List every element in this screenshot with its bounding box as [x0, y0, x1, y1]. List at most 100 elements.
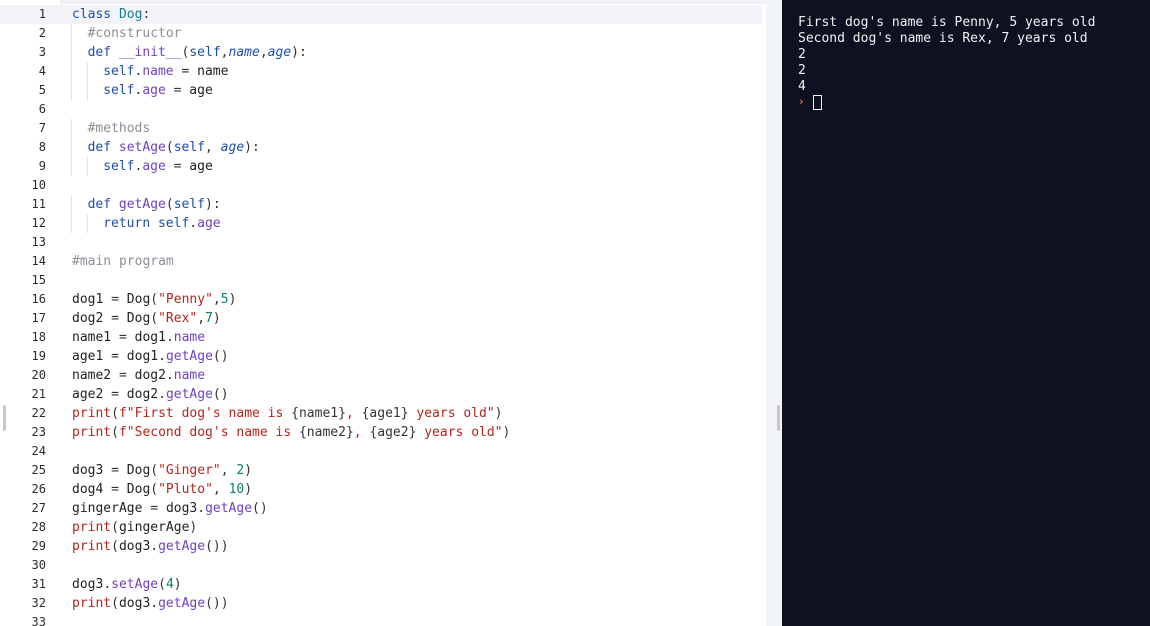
- code-token: years old": [408, 406, 495, 421]
- code-token: 5: [220, 292, 229, 307]
- code-line[interactable]: 21 age2 = dog2.getAge(): [0, 385, 762, 404]
- code-line[interactable]: 31 dog3.setAge(4): [0, 575, 762, 594]
- code-lines[interactable]: 1 class Dog: 2 #constructor 3 def __init__(se…: [0, 5, 762, 626]
- code-token: getAge: [205, 501, 253, 516]
- code-line[interactable]: 33: [0, 613, 762, 626]
- code-line[interactable]: 8 def setAge(self, age):: [0, 138, 762, 157]
- code-token: age: [189, 83, 213, 98]
- code-line[interactable]: 6: [0, 100, 762, 119]
- line-number: 28: [31, 520, 46, 534]
- code-line[interactable]: 30: [0, 556, 762, 575]
- code-line[interactable]: 9 self.age = age: [0, 157, 762, 176]
- line-number: 19: [31, 349, 46, 363]
- code-line[interactable]: 24: [0, 442, 762, 461]
- code-line[interactable]: 19 age1 = dog1.getAge(): [0, 347, 762, 366]
- code-token: Dog: [126, 311, 151, 326]
- code-token: setAge: [118, 140, 166, 155]
- code-token: ,: [259, 45, 268, 60]
- line-code: def getAge(self):: [88, 195, 221, 214]
- code-token: (: [165, 197, 174, 212]
- line-number: 31: [31, 577, 46, 591]
- code-token: dog1: [134, 330, 166, 345]
- code-editor[interactable]: 1 class Dog: 2 #constructor 3 def __init__(se…: [0, 0, 766, 626]
- code-token: ,: [212, 482, 229, 497]
- code-line[interactable]: 5 self.age = age: [0, 81, 762, 100]
- code-token: =: [103, 349, 127, 364]
- code-line[interactable]: 11 def getAge(self):: [0, 195, 762, 214]
- code-token: ,: [212, 292, 221, 307]
- code-line[interactable]: 27 gingerAge = dog3.getAge(): [0, 499, 762, 518]
- line-number: 1: [38, 7, 46, 21]
- code-token: ): [212, 311, 221, 326]
- code-line[interactable]: 18 name1 = dog1.name: [0, 328, 762, 347]
- code-line[interactable]: 20 name2 = dog2.name: [0, 366, 762, 385]
- code-token: =: [103, 387, 127, 402]
- line-number: 18: [31, 330, 46, 344]
- code-line[interactable]: 17 dog2 = Dog("Rex",7): [0, 309, 762, 328]
- line-code: dog4 = Dog("Pluto", 10): [72, 480, 252, 499]
- code-token: dog3: [118, 539, 151, 554]
- code-token: name: [173, 368, 206, 383]
- code-line[interactable]: 10: [0, 176, 762, 195]
- code-token: .: [150, 596, 159, 611]
- line-number: 23: [31, 425, 46, 439]
- code-token: getAge: [165, 349, 213, 364]
- code-token: .: [189, 216, 198, 231]
- code-line[interactable]: 2 #constructor: [0, 24, 762, 43]
- line-number: 26: [31, 482, 46, 496]
- code-line[interactable]: 16 dog1 = Dog("Penny",5): [0, 290, 762, 309]
- indent-guide: [86, 62, 88, 81]
- code-token: self: [103, 159, 135, 174]
- line-number: 24: [31, 444, 46, 458]
- console-panel[interactable]: First dog's name is Penny, 5 years old S…: [782, 0, 1150, 626]
- code-token: ,: [220, 463, 237, 478]
- code-token: ):: [291, 45, 307, 60]
- code-line[interactable]: 3 def __init__(self,name,age):: [0, 43, 762, 62]
- code-line[interactable]: 12 return self.age: [0, 214, 762, 233]
- line-number: 30: [31, 558, 46, 572]
- line-code: print(dog3.getAge()): [72, 537, 229, 556]
- splitter-drag-handle[interactable]: [777, 405, 780, 431]
- code-line[interactable]: 1 class Dog:: [0, 5, 762, 24]
- code-line[interactable]: 15: [0, 271, 762, 290]
- code-line[interactable]: 26 dog4 = Dog("Pluto", 10): [0, 480, 762, 499]
- console-cursor[interactable]: [813, 95, 822, 110]
- code-line[interactable]: 14 #main program: [0, 252, 762, 271]
- code-token: .: [165, 330, 174, 345]
- code-line[interactable]: 7 #methods: [0, 119, 762, 138]
- pane-splitter[interactable]: [766, 0, 782, 626]
- code-token: ()): [205, 539, 229, 554]
- code-token: dog3: [72, 463, 104, 478]
- line-code: name2 = dog2.name: [72, 366, 205, 385]
- code-line[interactable]: 4 self.name = name: [0, 62, 762, 81]
- editor-top-bar: [0, 0, 766, 4]
- code-token: print: [72, 596, 112, 611]
- code-token: (: [111, 425, 119, 440]
- code-token: print: [72, 425, 112, 440]
- code-line[interactable]: 23 print(f"Second dog's name is {name2}, …: [0, 423, 762, 442]
- code-line[interactable]: 25 dog3 = Dog("Ginger", 2): [0, 461, 762, 480]
- code-token: age: [267, 45, 292, 60]
- code-line[interactable]: 29 print(dog3.getAge()): [0, 537, 762, 556]
- code-line[interactable]: 13: [0, 233, 762, 252]
- code-token: def: [87, 140, 112, 155]
- code-token: self: [189, 45, 221, 60]
- prompt-chevron-icon: ›: [798, 95, 805, 108]
- code-line[interactable]: 32 print(dog3.getAge()): [0, 594, 762, 613]
- code-line[interactable]: 28 print(gingerAge): [0, 518, 762, 537]
- line-number: 12: [31, 216, 46, 230]
- indent-guide: [71, 195, 72, 214]
- console-output-line: 4: [798, 79, 806, 94]
- console-output-line: 2: [798, 47, 806, 62]
- repl-workspace: 1 class Dog: 2 #constructor 3 def __init__(se…: [0, 0, 1150, 626]
- line-number: 4: [38, 64, 46, 78]
- code-token: dog2: [72, 311, 104, 326]
- editor-resize-handle[interactable]: [3, 405, 6, 431]
- code-token: 10: [228, 482, 245, 497]
- code-token: ,: [205, 140, 221, 155]
- code-token: ): [189, 520, 198, 535]
- code-line[interactable]: 22 print(f"First dog's name is {name1}, {…: [0, 404, 762, 423]
